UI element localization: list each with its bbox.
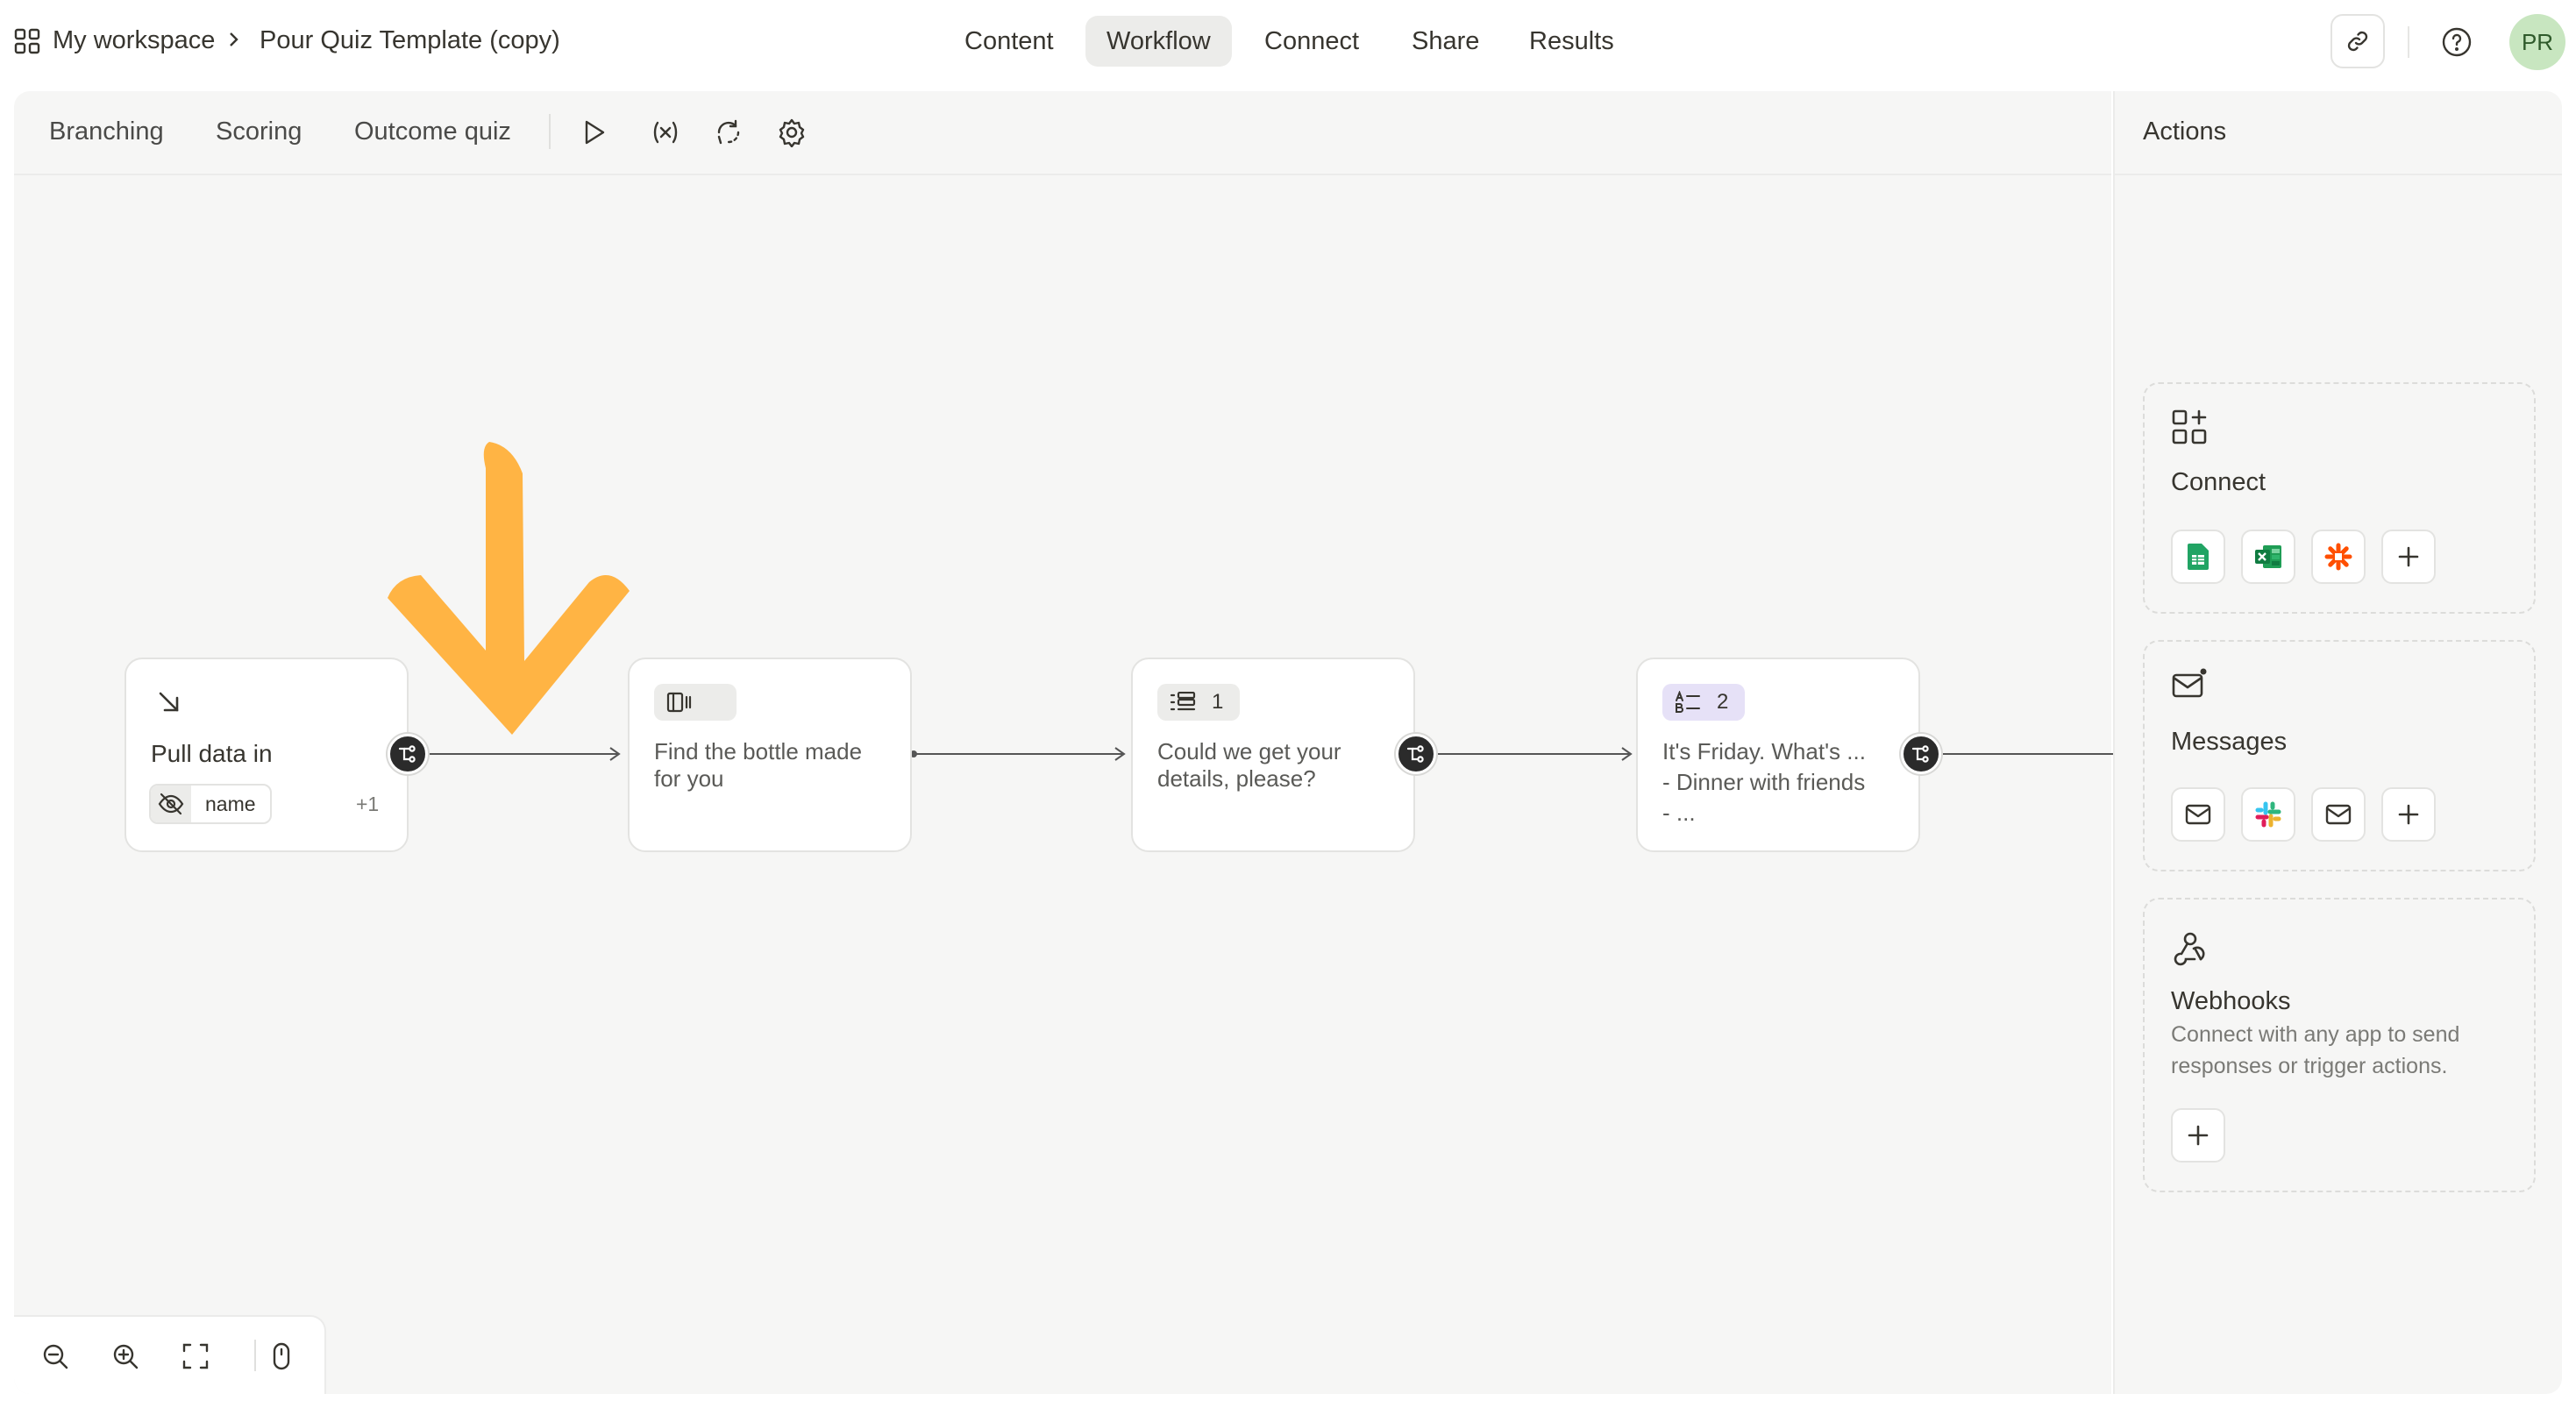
hidden-field-tag[interactable]: name (149, 784, 272, 824)
question-number: 1 (1212, 690, 1224, 714)
node-pull-title: Pull data in (151, 740, 273, 767)
help-icon[interactable] (2441, 26, 2473, 58)
email-button[interactable] (2311, 787, 2366, 842)
plus-icon (2398, 546, 2419, 567)
ranking-type-chip: 2 (1662, 684, 1745, 721)
eye-off-icon (151, 786, 191, 822)
mail-icon (2325, 804, 2352, 825)
zoom-out-icon[interactable] (40, 1341, 70, 1371)
avatar[interactable]: PR (2509, 14, 2565, 70)
email-button[interactable] (2171, 787, 2225, 842)
contact-text-line: Could we get your (1157, 738, 1341, 764)
contact-type-chip: 1 (1157, 684, 1240, 721)
contact-form-icon (1170, 692, 1196, 711)
mail-icon (2185, 804, 2211, 825)
ranking-question-text: It's Friday. What's ... - Dinner with fr… (1662, 736, 1866, 828)
add-webhook-button[interactable] (2171, 1108, 2225, 1163)
fit-to-screen-icon[interactable] (181, 1341, 210, 1371)
google-sheets-button[interactable] (2171, 530, 2225, 584)
add-message-button[interactable] (2381, 787, 2436, 842)
messages-card-title: Messages (2171, 728, 2288, 756)
connect-card-title: Connect (2171, 468, 2266, 496)
ranking-text-line: - Dinner with friends (1662, 769, 1866, 795)
ranking-icon (1676, 691, 1700, 713)
webhooks-card-title: Webhooks (2171, 987, 2291, 1015)
plus-icon (2398, 804, 2419, 825)
apps-grid-icon (2171, 409, 2208, 445)
hidden-field-label: name (205, 792, 256, 815)
ranking-text-line: It's Friday. What's ... (1662, 738, 1866, 764)
statement-text-line: for you (654, 765, 724, 792)
link-icon (2347, 31, 2368, 52)
google-sheets-icon (2188, 544, 2209, 570)
statement-icon (666, 692, 692, 713)
mouse-mode-icon[interactable] (267, 1341, 296, 1371)
zoom-in-icon[interactable] (110, 1341, 140, 1371)
copy-link-button[interactable] (2330, 14, 2385, 68)
webhooks-description: Connect with any app to send responses o… (2171, 1019, 2522, 1082)
plus-icon (2188, 1125, 2209, 1146)
webhook-icon (2171, 931, 2210, 966)
contact-question-text: Could we get your details, please? (1157, 738, 1341, 793)
envelope-notification-icon (2171, 666, 2208, 703)
branch-icon (398, 745, 416, 763)
statement-type-chip (654, 684, 737, 721)
divider (2113, 174, 2562, 175)
divider (2408, 26, 2409, 58)
zapier-icon (2324, 543, 2352, 571)
webhooks-description-line: Connect with any app to send (2171, 1022, 2460, 1047)
arrow-down-right-icon (156, 689, 182, 715)
add-connection-button[interactable] (2381, 530, 2436, 584)
actions-panel-title: Actions (2143, 117, 2227, 146)
excel-button[interactable] (2241, 530, 2295, 584)
excel-icon (2255, 545, 2281, 568)
webhooks-description-line: responses or trigger actions. (2171, 1054, 2448, 1078)
branch-icon (1911, 745, 1929, 763)
ranking-text-line: - ... (1662, 800, 1696, 826)
annotation-arrow-icon (382, 442, 633, 740)
branch-icon (1406, 745, 1424, 763)
more-fields-count[interactable]: +1 (356, 793, 379, 816)
statement-text-line: Find the bottle made (654, 738, 863, 764)
slack-button[interactable] (2241, 787, 2295, 842)
statement-text: Find the bottle made for you (654, 738, 862, 793)
slack-icon (2255, 801, 2281, 828)
branch-connector[interactable] (1396, 734, 1436, 774)
contact-text-line: details, please? (1157, 765, 1316, 792)
zapier-button[interactable] (2311, 530, 2366, 584)
divider (254, 1340, 256, 1371)
branch-connector[interactable] (1901, 734, 1941, 774)
question-number: 2 (1717, 690, 1729, 714)
